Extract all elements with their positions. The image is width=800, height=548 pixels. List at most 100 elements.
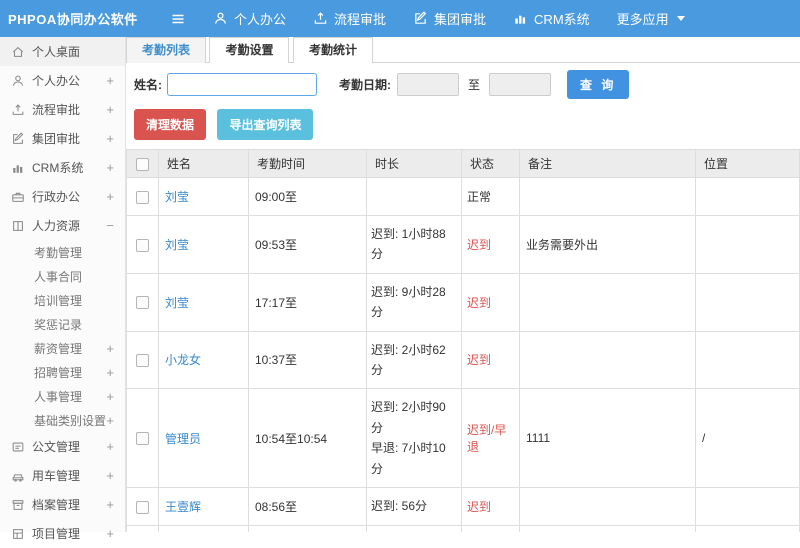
tab-attendance-stats[interactable]: 考勤统计 bbox=[293, 37, 373, 63]
expand-toggle[interactable]: + bbox=[106, 439, 114, 454]
date-from-input[interactable] bbox=[397, 73, 459, 96]
user-icon bbox=[11, 74, 25, 88]
hamburger-icon bbox=[170, 11, 186, 27]
duration-cell bbox=[367, 178, 462, 216]
nav-item-more-apps[interactable]: 更多应用 bbox=[617, 9, 685, 28]
search-button[interactable]: 查 询 bbox=[567, 70, 629, 99]
remark-cell bbox=[520, 273, 696, 331]
nav-item-personal-office[interactable]: 个人办公 bbox=[213, 9, 286, 28]
nav-item-process-approval[interactable]: 流程审批 bbox=[313, 9, 386, 28]
date-to-input[interactable] bbox=[489, 73, 551, 96]
sidebar-item-project-mgmt[interactable]: 项目管理 + bbox=[0, 519, 125, 548]
sidebar-item-crm[interactable]: CRM系统 + bbox=[0, 153, 125, 182]
expand-toggle[interactable]: + bbox=[106, 497, 114, 512]
edit-icon bbox=[11, 132, 25, 146]
employee-name-link[interactable]: 刘莹 bbox=[165, 190, 189, 204]
clean-data-button[interactable]: 清理数据 bbox=[134, 109, 206, 140]
attendance-time-cell: 17:17至 bbox=[249, 273, 367, 331]
sidebar-item-process-approval[interactable]: 流程审批 + bbox=[0, 95, 125, 124]
expand-toggle[interactable]: + bbox=[106, 73, 114, 88]
edit-icon bbox=[413, 11, 428, 26]
sidebar-item-training-mgmt[interactable]: 培训管理 bbox=[0, 288, 125, 312]
table-row: 刘莹 09:00至 正常 bbox=[127, 178, 800, 216]
sidebar-item-base-category[interactable]: 基础类别设置 + bbox=[0, 408, 125, 432]
chart-icon bbox=[11, 161, 25, 175]
expand-toggle[interactable]: + bbox=[106, 341, 114, 356]
expand-toggle[interactable]: + bbox=[106, 365, 114, 380]
tab-attendance-list[interactable]: 考勤列表 bbox=[126, 37, 206, 63]
caret-down-icon bbox=[677, 16, 685, 21]
header-duration: 时长 bbox=[367, 150, 462, 178]
project-icon bbox=[11, 527, 25, 541]
name-filter-label: 姓名: bbox=[134, 76, 162, 93]
name-filter-input[interactable] bbox=[167, 73, 317, 96]
status-label: 迟到 bbox=[467, 238, 491, 252]
remark-cell: 1111 bbox=[520, 389, 696, 488]
status-label: 迟到/早退 bbox=[467, 423, 506, 454]
sidebar-item-salary-mgmt[interactable]: 薪资管理 + bbox=[0, 336, 125, 360]
remark-cell bbox=[520, 178, 696, 216]
select-all-checkbox[interactable] bbox=[136, 158, 149, 171]
employee-name-link[interactable]: 刘莹 bbox=[165, 296, 189, 310]
expand-toggle[interactable]: + bbox=[106, 468, 114, 483]
sidebar-item-personal-office[interactable]: 个人办公 + bbox=[0, 66, 125, 95]
duration-cell: 迟到: 2小时62分 bbox=[367, 331, 462, 389]
hr-book-icon bbox=[11, 219, 25, 233]
action-bar: 清理数据 导出查询列表 bbox=[126, 106, 800, 149]
table-row: 刘莹 09:53至 迟到: 1小时88分 迟到 业务需要外出 bbox=[127, 216, 800, 274]
table-row: 黄蓉 13:20至13:20 迟到: 5小时33分 早退: 4小时67分 迟到/… bbox=[127, 525, 800, 532]
table-row: 王壹辉 08:56至 迟到: 56分 迟到 bbox=[127, 487, 800, 525]
expand-toggle[interactable]: + bbox=[106, 102, 114, 117]
sidebar-item-reward-records[interactable]: 奖惩记录 bbox=[0, 312, 125, 336]
nav-item-group-approval[interactable]: 集团审批 bbox=[413, 9, 486, 28]
sidebar-item-archive-mgmt[interactable]: 档案管理 + bbox=[0, 490, 125, 519]
sidebar-item-vehicle-mgmt[interactable]: 用车管理 + bbox=[0, 461, 125, 490]
attendance-time-cell: 09:53至 bbox=[249, 216, 367, 274]
sidebar-item-attendance-mgmt[interactable]: 考勤管理 bbox=[0, 240, 125, 264]
row-checkbox[interactable] bbox=[136, 191, 149, 204]
status-label: 迟到 bbox=[467, 353, 491, 367]
row-checkbox[interactable] bbox=[136, 354, 149, 367]
expand-toggle[interactable]: + bbox=[106, 189, 114, 204]
table-row: 小龙女 10:37至 迟到: 2小时62分 迟到 bbox=[127, 331, 800, 389]
sidebar-item-personnel-mgmt[interactable]: 人事管理 + bbox=[0, 384, 125, 408]
expand-toggle[interactable]: + bbox=[106, 413, 114, 428]
expand-toggle[interactable]: + bbox=[106, 389, 114, 404]
row-checkbox[interactable] bbox=[136, 296, 149, 309]
employee-name-link[interactable]: 管理员 bbox=[165, 432, 201, 446]
top-nav: PHPOA协同办公软件 个人办公 流程审批 集团审批 CRM系统 更多应用 bbox=[0, 0, 800, 37]
expand-toggle[interactable]: + bbox=[106, 526, 114, 541]
table-row: 管理员 10:54至10:54 迟到: 2小时90分 早退: 7小时10分 迟到… bbox=[127, 389, 800, 488]
employee-name-link[interactable]: 王壹辉 bbox=[165, 500, 201, 514]
nav-item-crm[interactable]: CRM系统 bbox=[513, 9, 590, 28]
expand-toggle[interactable]: + bbox=[106, 131, 114, 146]
sidebar-item-document-mgmt[interactable]: 公文管理 + bbox=[0, 432, 125, 461]
sidebar: 个人桌面 个人办公 + 流程审批 + 集团审批 + CRM系统 + 行政办公 + bbox=[0, 37, 126, 532]
export-list-button[interactable]: 导出查询列表 bbox=[217, 109, 313, 140]
sidebar-item-hr[interactable]: 人力资源 − bbox=[0, 211, 125, 240]
remark-cell bbox=[520, 331, 696, 389]
row-checkbox[interactable] bbox=[136, 239, 149, 252]
employee-name-link[interactable]: 小龙女 bbox=[165, 353, 201, 367]
sidebar-item-hr-contract[interactable]: 人事合同 bbox=[0, 264, 125, 288]
sidebar-item-admin-office[interactable]: 行政办公 + bbox=[0, 182, 125, 211]
date-filter-label: 考勤日期: bbox=[339, 76, 391, 93]
sidebar-toggle[interactable] bbox=[170, 11, 186, 27]
sidebar-item-recruit-mgmt[interactable]: 招聘管理 + bbox=[0, 360, 125, 384]
expand-toggle[interactable]: + bbox=[106, 160, 114, 175]
tab-attendance-settings[interactable]: 考勤设置 bbox=[209, 37, 289, 63]
car-icon bbox=[11, 469, 25, 483]
sidebar-item-personal-desktop[interactable]: 个人桌面 bbox=[0, 37, 125, 66]
collapse-toggle[interactable]: − bbox=[106, 218, 114, 233]
chart-icon bbox=[513, 11, 528, 26]
header-status: 状态 bbox=[462, 150, 520, 178]
sidebar-item-group-approval[interactable]: 集团审批 + bbox=[0, 124, 125, 153]
row-checkbox[interactable] bbox=[136, 432, 149, 445]
row-checkbox[interactable] bbox=[136, 501, 149, 514]
location-cell: / bbox=[696, 525, 800, 532]
location-cell bbox=[696, 331, 800, 389]
remark-cell: 业务需要外出 bbox=[520, 216, 696, 274]
employee-name-link[interactable]: 刘莹 bbox=[165, 238, 189, 252]
process-icon bbox=[11, 103, 25, 117]
attendance-time-cell: 08:56至 bbox=[249, 487, 367, 525]
